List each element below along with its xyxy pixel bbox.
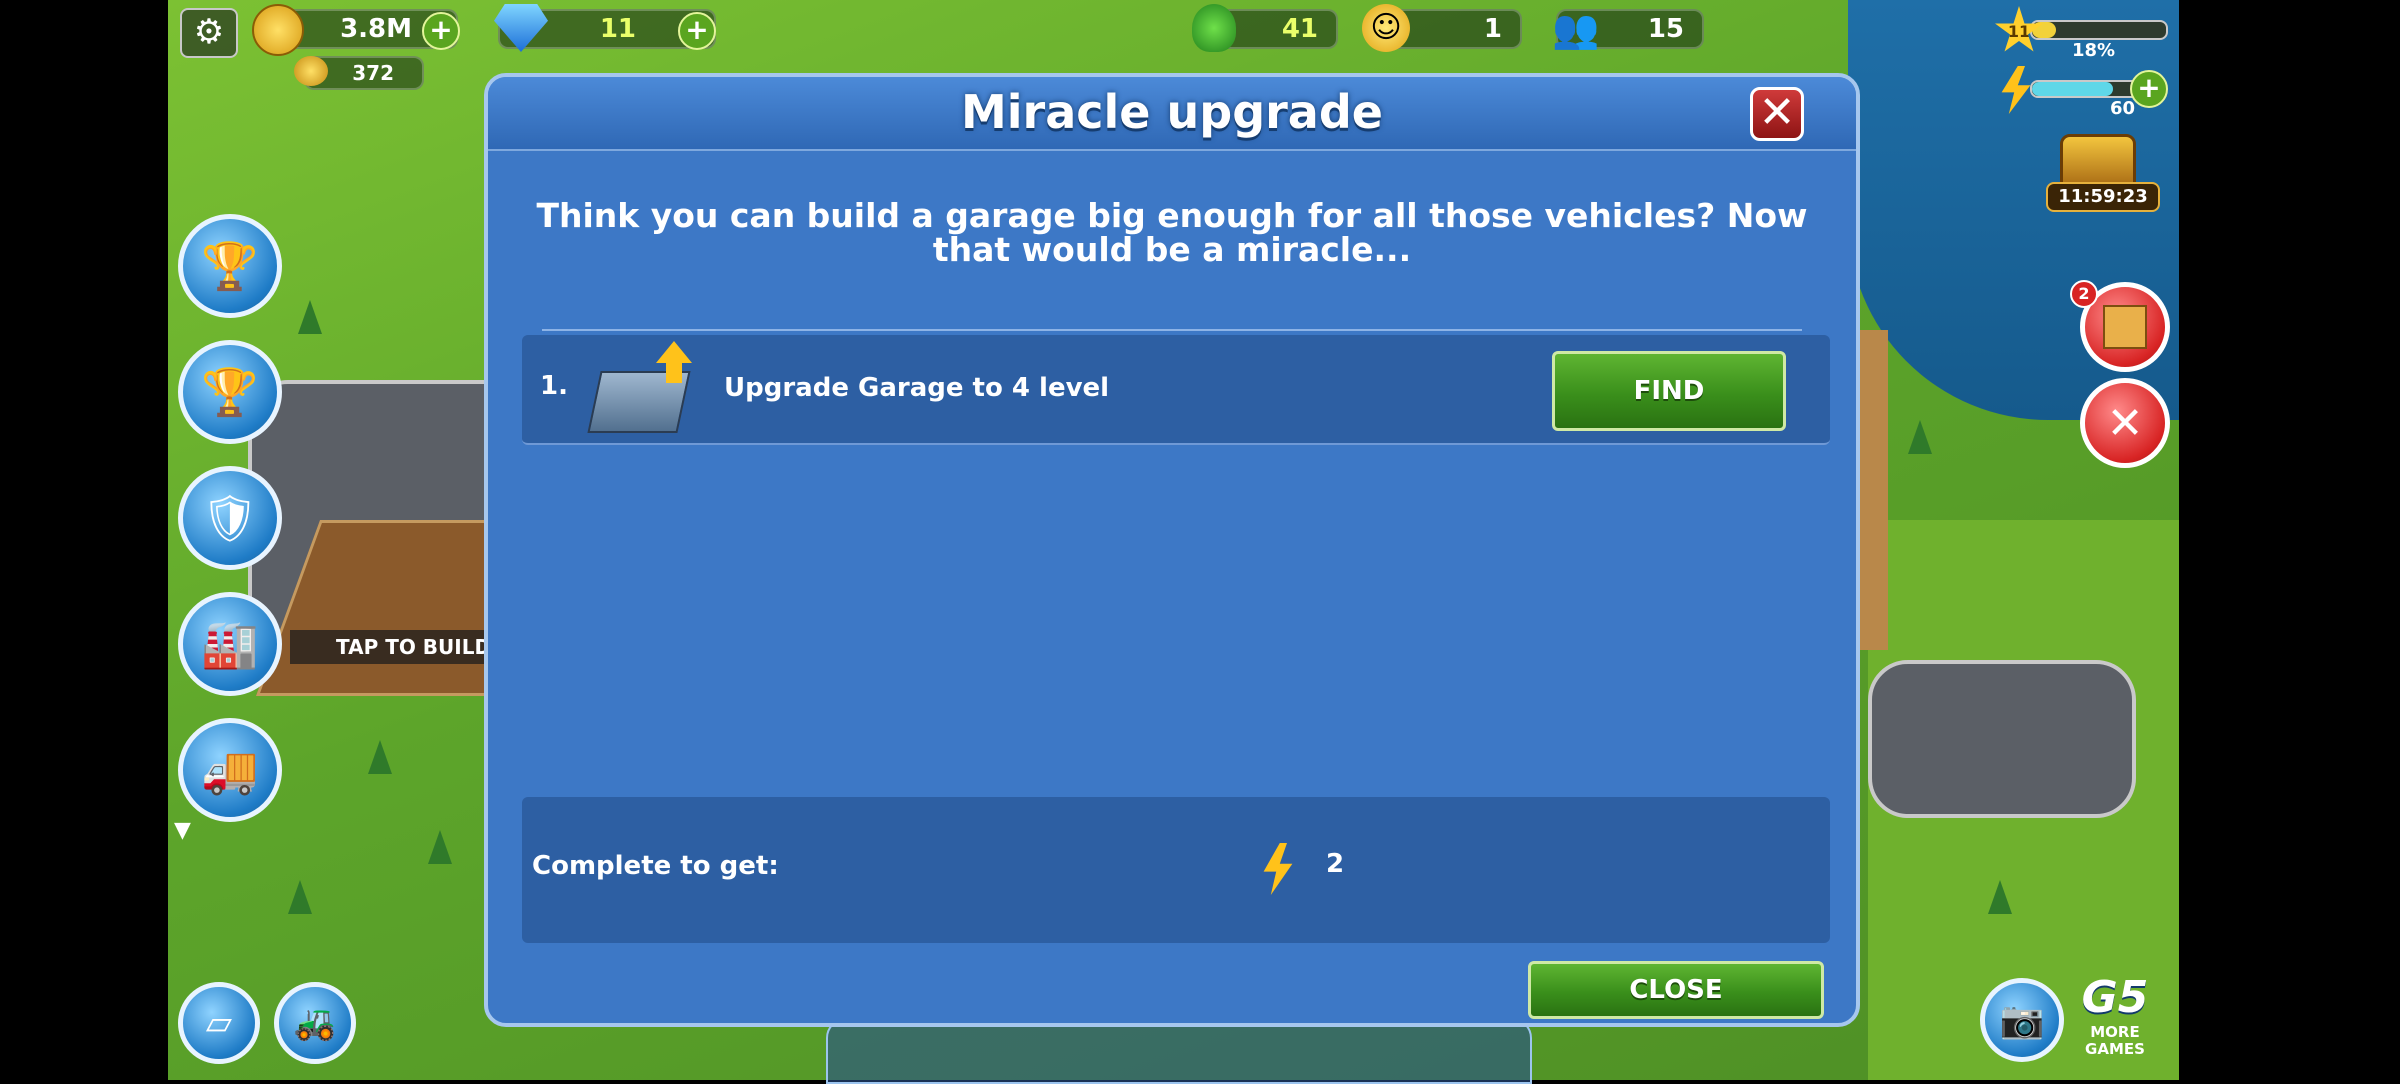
camera-button[interactable]: 📷: [1980, 978, 2064, 1062]
tap-to-build-text: TAP TO BUILD: G: [336, 635, 490, 659]
road-icon: ▱: [205, 1003, 233, 1043]
task-label: Upgrade Garage to 4 level: [724, 373, 1110, 403]
tree-icon: [1192, 4, 1236, 52]
shield-fire-icon: 🛡: [200, 490, 260, 545]
bulldozer-button[interactable]: 🚜: [274, 982, 356, 1064]
task-number: 1.: [540, 371, 568, 401]
find-button[interactable]: FIND: [1552, 351, 1786, 431]
greens-value: 41: [1281, 14, 1318, 44]
fire-service-button[interactable]: 🛡: [178, 466, 282, 570]
g5-logo: G5: [2081, 972, 2149, 1023]
trophy-tree-icon: 🏆: [201, 238, 259, 293]
camera-icon: 📷: [1999, 1000, 2045, 1041]
level-value: 11: [2007, 21, 2031, 41]
tree: [1908, 420, 1932, 454]
reward-value: 2: [1326, 849, 1345, 879]
add-gems-button[interactable]: +: [678, 12, 716, 50]
materials-badge: 2: [2070, 280, 2098, 308]
quest-trees-button[interactable]: 🏆: [178, 214, 282, 318]
tree: [368, 740, 392, 774]
treasure-chest-button[interactable]: 11:59:23: [2046, 130, 2160, 212]
tree: [1988, 880, 2012, 914]
reward-label: Complete to get:: [532, 851, 779, 881]
gear-icon: ⚙: [193, 12, 225, 52]
xp-bar: [2030, 20, 2168, 40]
xp-percent: 18%: [2072, 40, 2116, 61]
more-games-label: MORE GAMES: [2085, 1023, 2145, 1058]
more-games-button[interactable]: G5 MORE GAMES: [2070, 972, 2160, 1068]
garage-build-button[interactable]: 🏭: [178, 592, 282, 696]
energy-value: 60: [2110, 98, 2136, 119]
collapse-arrow-icon[interactable]: ▼: [174, 818, 191, 843]
energy-fill: [2032, 82, 2113, 96]
coins-icon: [252, 4, 304, 56]
quest-population-button[interactable]: 🏆: [178, 340, 282, 444]
bottom-toolbar: [826, 1018, 1532, 1084]
tools-button[interactable]: ✕: [2080, 378, 2170, 468]
lightning-icon: [1263, 843, 1293, 895]
garage-upgrade-icon: [586, 341, 696, 437]
people-icon: 👥: [1552, 7, 1600, 51]
gold-icon: [294, 56, 328, 86]
money-value: 3.8M: [340, 14, 412, 44]
road-build-button[interactable]: ▱: [178, 982, 260, 1064]
tree: [288, 880, 312, 914]
gold-value: 372: [352, 61, 394, 85]
road: [1868, 660, 2136, 818]
settings-button[interactable]: ⚙: [180, 8, 238, 58]
bulldozer-icon: 🚜: [293, 1003, 337, 1043]
chest-timer: 11:59:23: [2046, 182, 2160, 212]
reward-box: Complete to get: 2: [522, 797, 1830, 943]
gems-value: 11: [599, 14, 636, 44]
miracle-upgrade-dialog: Miracle upgrade ✕ Think you can build a …: [484, 73, 1860, 1027]
add-money-button[interactable]: +: [422, 12, 460, 50]
tree: [298, 300, 322, 334]
smiley-icon: ☺: [1362, 4, 1410, 52]
dialog-close-x-button[interactable]: ✕: [1750, 87, 1804, 141]
vehicles-button[interactable]: 🚚: [178, 718, 282, 822]
dialog-title: Miracle upgrade: [961, 85, 1383, 139]
close-icon: ✕: [1758, 87, 1796, 138]
happiness-value: 1: [1483, 14, 1502, 44]
population-value: 15: [1647, 14, 1684, 44]
garage-upgrade-icon: 🏭: [201, 616, 259, 671]
tree: [428, 830, 452, 864]
trophy-people-icon: 🏆: [201, 364, 259, 419]
crates-icon: [2103, 305, 2147, 349]
truck-icon: 🚚: [201, 742, 259, 797]
tower: [1858, 330, 1888, 650]
dialog-intro-text: Think you can build a garage big enough …: [536, 196, 1808, 269]
wrench-screwdriver-icon: ✕: [2106, 397, 2144, 449]
tap-to-build-label: TAP TO BUILD: G: [290, 630, 490, 664]
add-energy-button[interactable]: +: [2130, 70, 2168, 108]
close-button[interactable]: CLOSE: [1528, 961, 1824, 1019]
dialog-header: Miracle upgrade ✕: [488, 77, 1856, 151]
divider: [542, 329, 1802, 331]
